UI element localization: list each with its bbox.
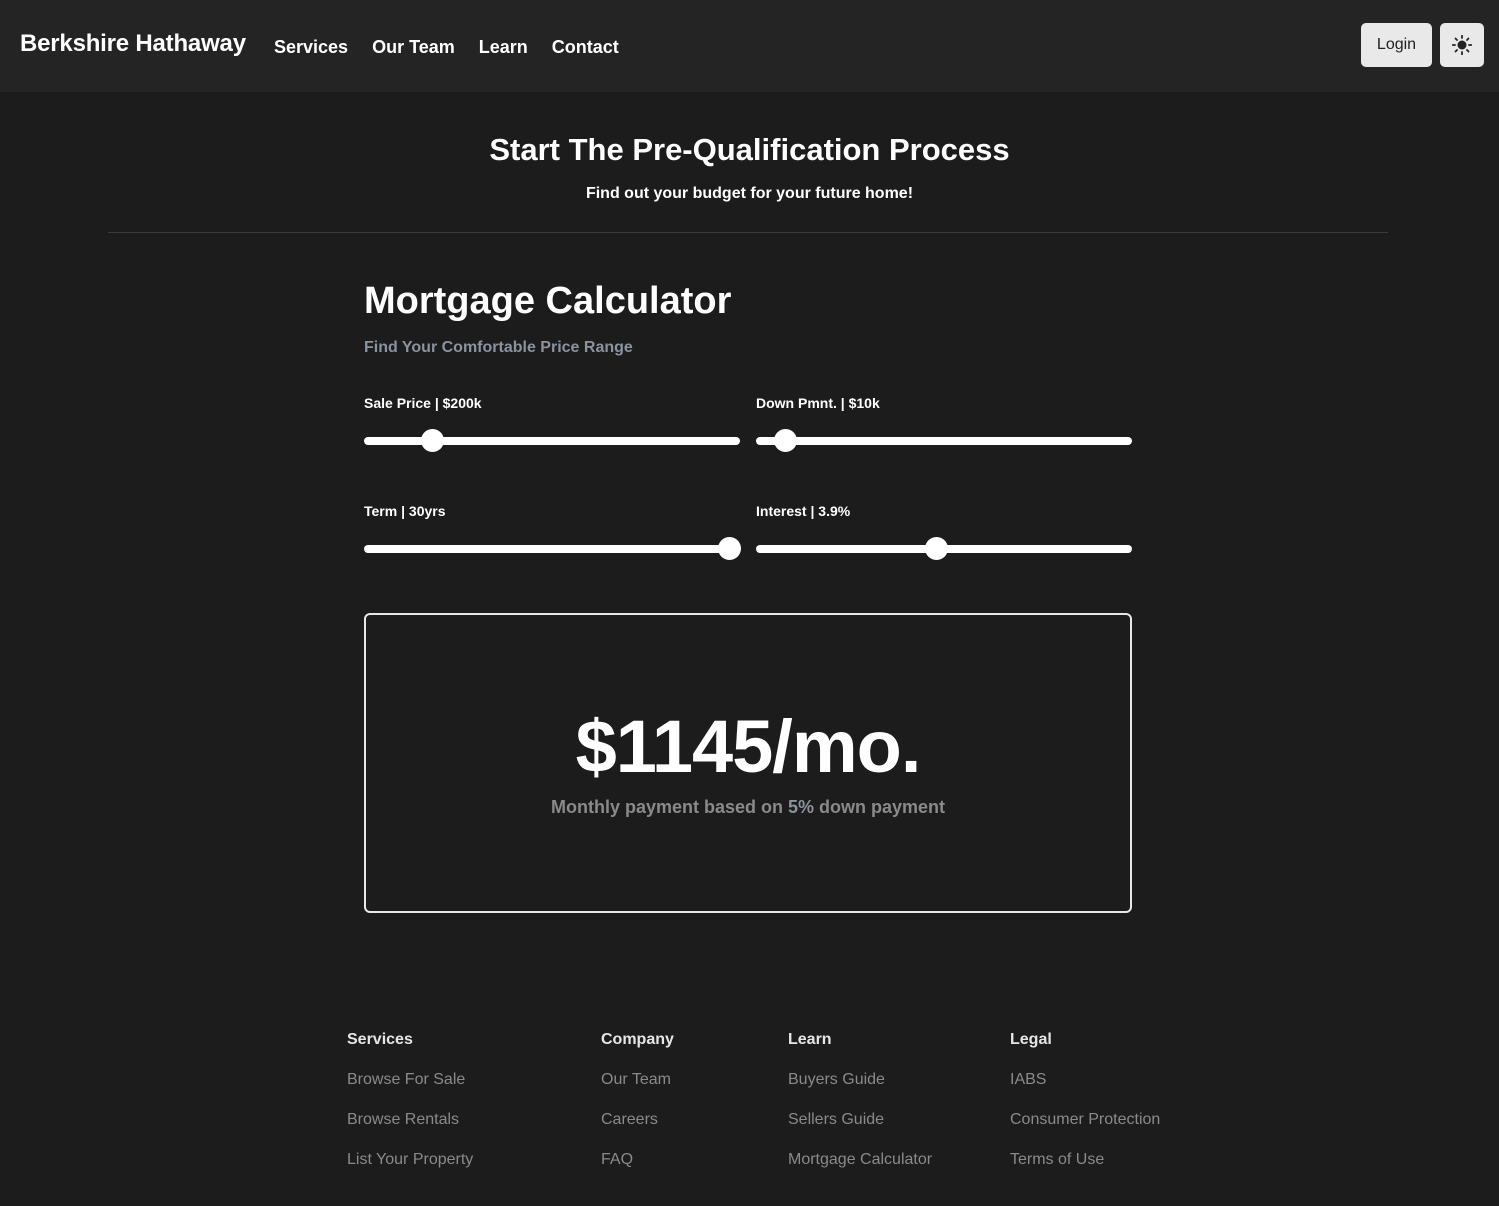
footer-link-browse-for-sale[interactable]: Browse For Sale: [347, 1071, 473, 1111]
footer-heading-services: Services: [347, 1031, 413, 1048]
calculator-subtitle: Find Your Comfortable Price Range: [364, 339, 633, 356]
footer-link-iabs[interactable]: IABS: [1010, 1071, 1160, 1111]
footer-link-browse-rentals[interactable]: Browse Rentals: [347, 1111, 473, 1151]
navbar: Berkshire Hathaway Services Our Team Lea…: [0, 0, 1499, 92]
interest-value: 3.9%: [818, 503, 851, 519]
brand-logo[interactable]: Berkshire Hathaway: [20, 30, 246, 58]
result-card: $1145/mo. Monthly payment based on 5% do…: [364, 613, 1132, 913]
down-payment-slider-thumb[interactable]: [773, 429, 797, 452]
interest-label-text: Interest |: [756, 503, 819, 519]
footer-link-careers[interactable]: Careers: [601, 1111, 674, 1151]
footer-column-learn: Learn Buyers Guide Sellers Guide Mortgag…: [788, 1031, 932, 1191]
down-payment-percent: 5%: [788, 797, 815, 817]
theme-toggle-button[interactable]: [1440, 23, 1484, 67]
footer-column-legal: Legal IABS Consumer Protection Terms of …: [1010, 1031, 1160, 1191]
nav-link-services[interactable]: Services: [274, 37, 348, 58]
term-slider-thumb[interactable]: [717, 537, 741, 560]
sale-price-label: Sale Price | $200k: [364, 395, 482, 411]
note-prefix: Monthly payment based on: [550, 797, 788, 817]
footer-heading-legal: Legal: [1010, 1031, 1052, 1048]
monthly-payment-amount: $1145/mo.: [575, 705, 922, 788]
nav-link-learn[interactable]: Learn: [479, 37, 528, 58]
nav-link-contact[interactable]: Contact: [552, 37, 619, 58]
footer-link-mortgage-calculator[interactable]: Mortgage Calculator: [788, 1151, 932, 1191]
footer-link-faq[interactable]: FAQ: [601, 1151, 674, 1191]
footer-link-our-team[interactable]: Our Team: [601, 1071, 674, 1111]
footer-column-services: Services Browse For Sale Browse Rentals …: [347, 1031, 473, 1191]
calculator-title: Mortgage Calculator: [364, 280, 732, 322]
nav-links: Services Our Team Learn Contact: [274, 37, 643, 58]
sale-price-label-text: Sale Price |: [364, 395, 443, 411]
hero-divider: [108, 232, 1388, 233]
footer-column-company: Company Our Team Careers FAQ: [601, 1031, 674, 1191]
sale-price-slider[interactable]: [364, 429, 740, 452]
term-label-text: Term |: [364, 503, 409, 519]
hero-subtitle: Find out your budget for your future hom…: [585, 185, 914, 202]
footer-link-consumer-protection[interactable]: Consumer Protection: [1010, 1111, 1160, 1151]
term-label: Term | 30yrs: [364, 503, 446, 519]
nav-link-our-team[interactable]: Our Team: [372, 37, 455, 58]
down-payment-label-text: Down Pmnt. |: [756, 395, 849, 411]
note-suffix: down payment: [814, 797, 946, 817]
hero-title: Start The Pre-Qualification Process: [489, 132, 1010, 167]
interest-slider[interactable]: [756, 537, 1132, 560]
footer-link-list-your-property[interactable]: List Your Property: [347, 1151, 473, 1191]
footer-link-sellers-guide[interactable]: Sellers Guide: [788, 1111, 932, 1151]
footer-heading-company: Company: [601, 1031, 674, 1048]
sale-price-slider-thumb[interactable]: [420, 429, 444, 452]
interest-slider-thumb[interactable]: [925, 537, 949, 560]
footer-heading-learn: Learn: [788, 1031, 832, 1048]
login-button[interactable]: Login: [1361, 23, 1432, 67]
down-payment-value: $10k: [848, 395, 880, 411]
sale-price-value: $200k: [442, 395, 482, 411]
term-slider[interactable]: [364, 537, 741, 560]
interest-label: Interest | 3.9%: [756, 503, 850, 519]
monthly-payment-note: Monthly payment based on 5% down payment: [366, 797, 1130, 818]
down-payment-slider[interactable]: [756, 429, 1132, 452]
term-value: 30yrs: [408, 503, 446, 519]
down-payment-label: Down Pmnt. | $10k: [756, 395, 880, 411]
sun-icon: [1452, 35, 1472, 55]
footer-link-buyers-guide[interactable]: Buyers Guide: [788, 1071, 932, 1111]
footer-link-terms-of-use[interactable]: Terms of Use: [1010, 1151, 1160, 1191]
